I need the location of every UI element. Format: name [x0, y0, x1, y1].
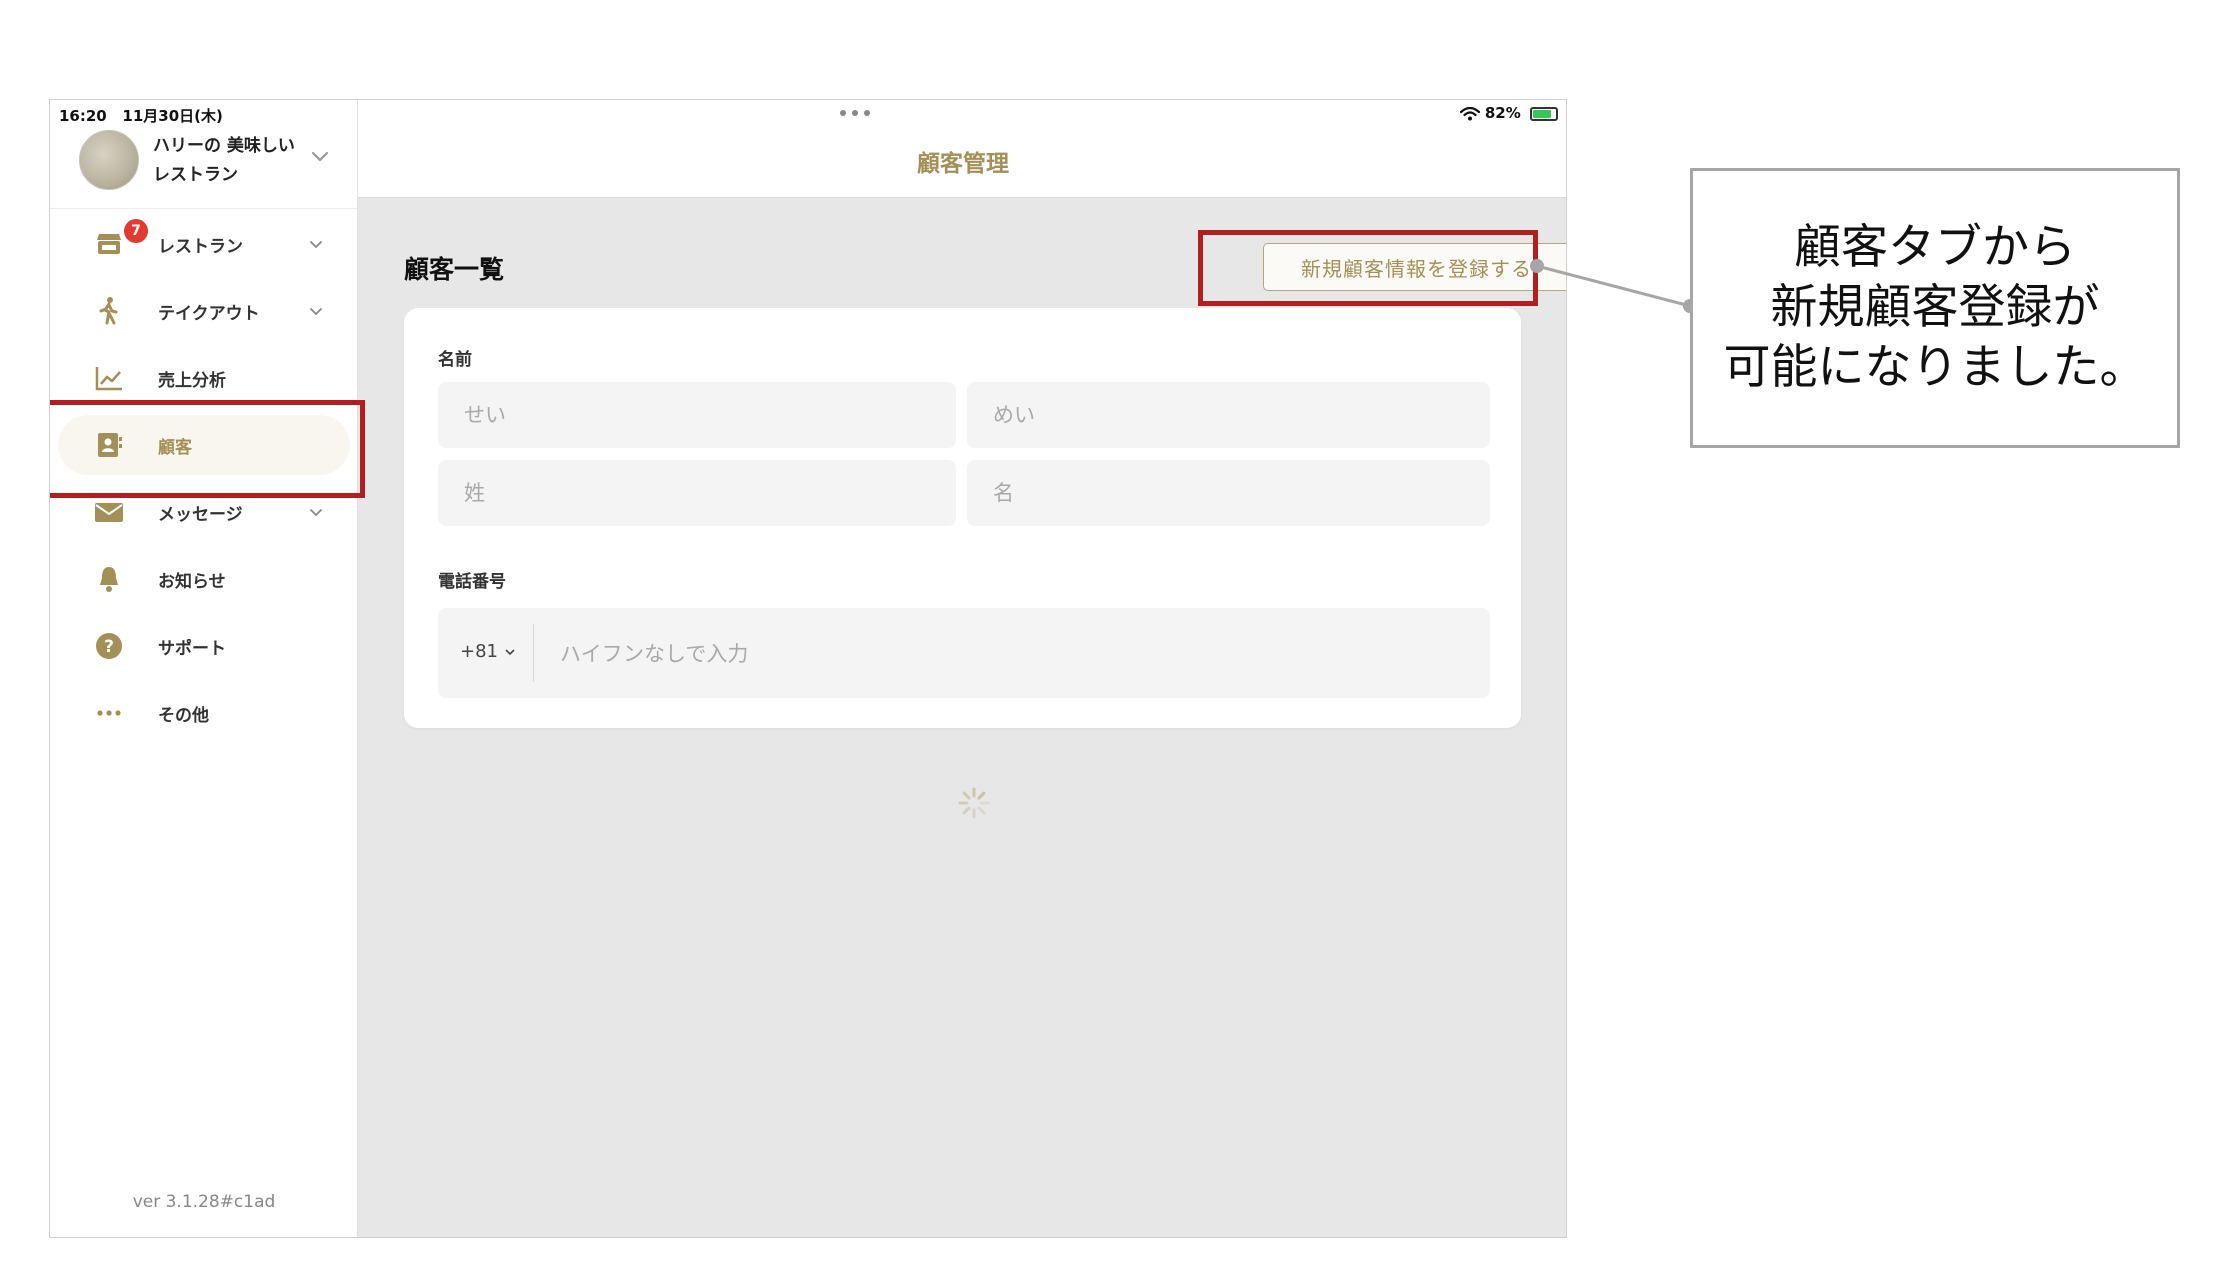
spinner-ray [962, 806, 971, 815]
callout-line: 顧客タブから [1794, 220, 2076, 275]
sidebar-item-label: メッセージ [158, 505, 243, 525]
phone-divider [533, 624, 534, 682]
sidebar: 16:20 11月30日(木) ハリーの 美味しいレストラン 7 レストラン テ… [50, 100, 358, 1237]
kana-last-name-input[interactable]: せい [438, 382, 956, 448]
spinner-ray [977, 806, 986, 815]
multitask-dots-icon[interactable] [838, 108, 872, 118]
chevron-down-icon [310, 308, 322, 316]
envelope-icon [95, 503, 123, 522]
account-name: ハリーの 美味しいレストラン [153, 136, 295, 185]
chevron-down-icon [310, 509, 322, 517]
kana-first-name-input[interactable]: めい [967, 382, 1490, 448]
main-content: 顧客一覧 新規顧客情報を登録する 名前 せい めい 姓 名 電話番号 +81 ハ… [358, 198, 1566, 1237]
walking-person-icon [99, 297, 118, 325]
sidebar-item-sales-analysis[interactable]: 売上分析 [50, 348, 358, 408]
spinner-ray [962, 791, 971, 800]
svg-text:?: ? [104, 637, 114, 657]
last-name-input[interactable]: 姓 [438, 460, 956, 526]
shop-icon [97, 234, 121, 254]
country-code-select[interactable]: +81 [460, 641, 516, 662]
notification-badge: 7 [124, 219, 148, 243]
line-chart-icon [95, 367, 122, 391]
sidebar-item-label: お知らせ [158, 572, 226, 592]
sidebar-item-label: サポート [158, 639, 226, 659]
sidebar-item-label: 売上分析 [158, 371, 226, 391]
customers-tab-highlight [50, 400, 365, 498]
battery-level [1533, 109, 1551, 118]
phone-field: +81 ハイフンなしで入力 [438, 608, 1490, 698]
status-clock: 16:20 [59, 107, 107, 125]
spinner-ray [977, 791, 986, 800]
ipad-screen: 16:20 11月30日(木) ハリーの 美味しいレストラン 7 レストラン テ… [49, 99, 1567, 1238]
register-button-highlight [1198, 230, 1538, 306]
country-code-value: +81 [460, 641, 498, 662]
loading-spinner-icon [958, 787, 990, 819]
battery-icon [1530, 106, 1558, 121]
callout-line: 新規顧客登録が [1770, 280, 2100, 335]
app-version: ver 3.1.28#c1ad [132, 1192, 276, 1212]
page-title: 顧客管理 [917, 151, 1009, 177]
phone-label: 電話番号 [438, 572, 506, 592]
chevron-down-icon [311, 151, 329, 162]
status-date: 11月30日(木) [122, 107, 223, 125]
battery-percent: 82% [1484, 104, 1521, 122]
more-dots-icon [97, 710, 121, 716]
top-bar: 82% 顧客管理 [358, 100, 1566, 198]
sidebar-item-takeout[interactable]: テイクアウト [50, 281, 358, 341]
customer-form-card: 名前 せい めい 姓 名 電話番号 +81 ハイフンなしで入力 [404, 308, 1521, 728]
sidebar-item-label: その他 [158, 706, 209, 726]
status-time: 16:20 11月30日(木) [59, 105, 223, 126]
sidebar-item-support[interactable]: ? サポート [50, 616, 358, 676]
status-right: 82% [1459, 104, 1558, 122]
sidebar-item-label: レストラン [158, 237, 243, 257]
chevron-down-icon [505, 649, 515, 656]
question-circle-icon: ? [96, 633, 122, 659]
sidebar-divider [50, 208, 357, 209]
customer-list-heading: 顧客一覧 [404, 255, 505, 284]
callout-line: 可能になりました。 [1723, 340, 2147, 395]
avatar [79, 130, 139, 190]
account-switcher[interactable]: ハリーの 美味しいレストラン [79, 128, 339, 190]
bell-icon [100, 567, 118, 592]
sidebar-item-label: テイクアウト [158, 304, 260, 324]
annotation-callout: 顧客タブから 新規顧客登録が 可能になりました。 [1690, 168, 2180, 448]
chevron-down-icon [310, 241, 322, 249]
first-name-input[interactable]: 名 [967, 460, 1490, 526]
sidebar-item-restaurant[interactable]: 7 レストラン [50, 214, 358, 274]
sidebar-item-notices[interactable]: お知らせ [50, 549, 358, 609]
wifi-icon [1459, 106, 1480, 120]
name-label: 名前 [438, 350, 472, 370]
phone-number-input[interactable]: ハイフンなしで入力 [560, 638, 748, 668]
sidebar-item-other[interactable]: その他 [50, 683, 358, 743]
